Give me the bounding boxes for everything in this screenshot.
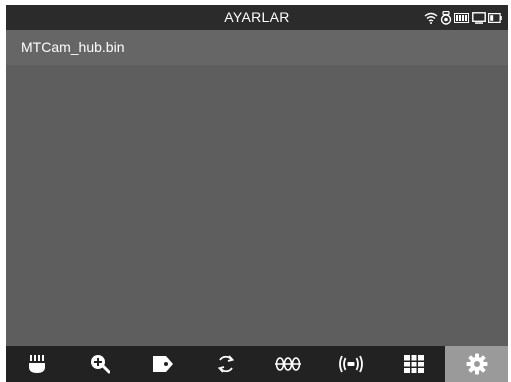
camera-icon <box>440 11 452 25</box>
tool-signal-button[interactable] <box>320 346 383 382</box>
tag-icon <box>152 355 174 373</box>
strike-symbol-icon <box>275 356 302 372</box>
brush-icon <box>28 354 46 374</box>
zoom-in-icon <box>90 354 111 374</box>
signal-icon <box>338 355 364 373</box>
wifi-icon <box>424 12 438 24</box>
display-icon <box>472 12 486 24</box>
tool-strike-symbol-button[interactable] <box>257 346 320 382</box>
device-screen: AYARLAR MTCam_hub.bin <box>6 5 508 382</box>
rotate-icon <box>216 354 236 374</box>
tool-settings-button[interactable] <box>445 346 508 382</box>
list-item[interactable]: MTCam_hub.bin <box>6 30 508 65</box>
file-name: MTCam_hub.bin <box>21 39 125 55</box>
tool-brush-button[interactable] <box>6 346 69 382</box>
tool-zoom-in-button[interactable] <box>69 346 132 382</box>
grid-icon <box>403 355 424 373</box>
gear-icon <box>466 353 488 375</box>
file-list-area <box>6 65 508 346</box>
status-icons <box>424 10 502 26</box>
battery-icon <box>454 13 470 23</box>
battery-small-icon <box>488 13 502 23</box>
tool-tag-button[interactable] <box>132 346 195 382</box>
title-bar: AYARLAR <box>6 5 508 30</box>
tool-rotate-button[interactable] <box>194 346 257 382</box>
tool-grid-button[interactable] <box>383 346 446 382</box>
bottom-toolbar <box>6 346 508 382</box>
